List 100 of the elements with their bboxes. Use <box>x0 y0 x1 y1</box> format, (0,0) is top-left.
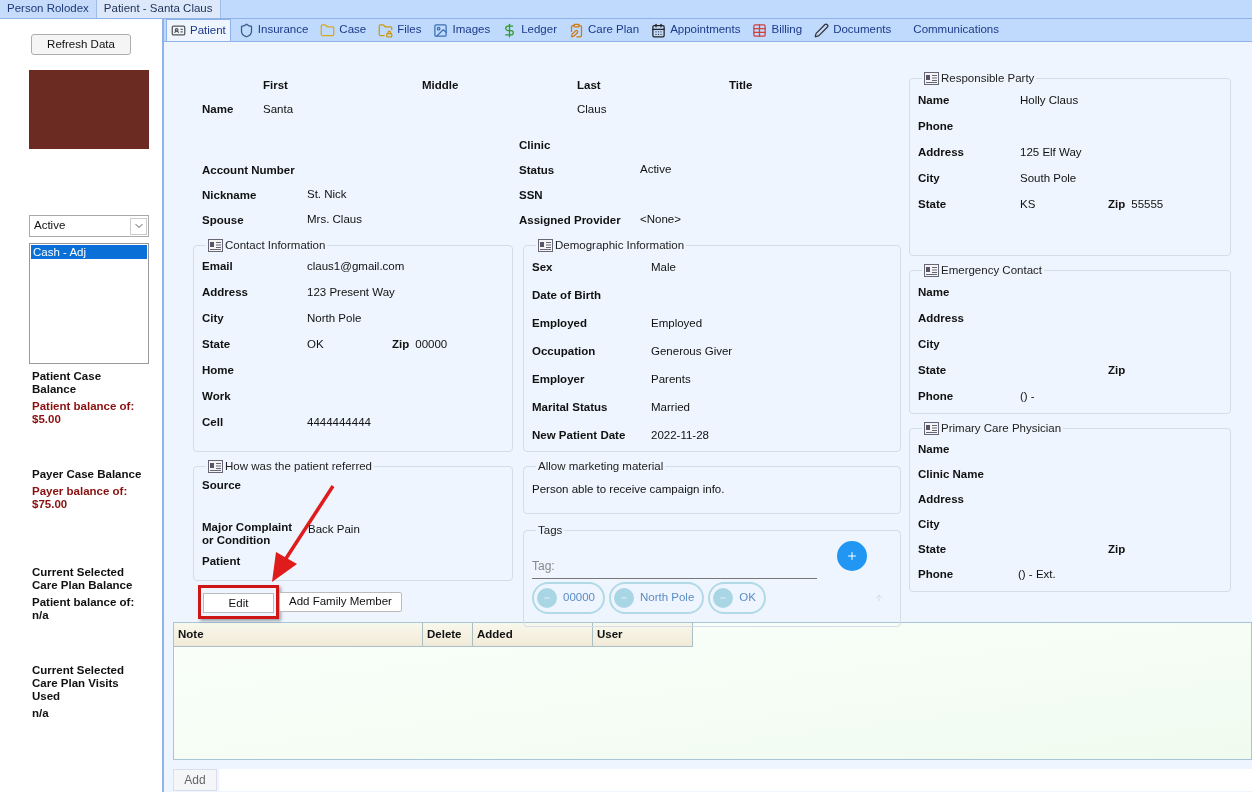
column-heading: Title <box>729 78 754 93</box>
status-select[interactable]: Active <box>29 215 149 237</box>
field-label: Source <box>202 478 242 492</box>
field-label: Sex <box>532 261 554 275</box>
field-label: State <box>918 363 948 377</box>
module-tab[interactable]: Images <box>429 19 495 41</box>
field-label: City <box>202 312 225 326</box>
field-value: KS <box>1020 196 1036 212</box>
field-label: City <box>918 337 941 351</box>
column-header[interactable]: Added <box>473 623 593 647</box>
field-label: Cell <box>202 416 225 430</box>
module-tab[interactable]: Files <box>374 19 426 41</box>
field-label: State <box>202 338 232 352</box>
add-tag-button[interactable] <box>837 540 867 571</box>
module-tab[interactable]: Case <box>316 19 371 41</box>
field-label: Clinic Name <box>918 468 985 482</box>
card-icon <box>924 72 939 86</box>
field-label: Name <box>202 102 235 118</box>
group-title: Allow marketing material <box>538 458 664 474</box>
folder-icon <box>320 22 336 38</box>
edit-button[interactable]: Edit <box>203 593 274 614</box>
module-tab[interactable]: Ledger <box>498 19 561 41</box>
field-label: Phone <box>918 119 955 133</box>
group-title: How was the patient referred <box>225 458 373 474</box>
field-value: Back Pain <box>308 521 360 537</box>
field-label: City <box>918 171 941 185</box>
field-label: Address <box>202 286 250 300</box>
image-icon <box>433 22 449 38</box>
add-button[interactable]: Add <box>173 769 217 791</box>
field-value: North Pole <box>307 311 362 327</box>
calendar-icon <box>651 22 667 38</box>
field-value: 123 Present Way <box>307 285 395 301</box>
list-item[interactable]: Cash - Adj <box>31 245 147 259</box>
balance-text: Patient balance of: n/a <box>32 596 136 622</box>
field-value: () - Ext. <box>1018 567 1056 583</box>
group-title: Contact Information <box>225 237 326 253</box>
field-label: Zip <box>1108 362 1126 378</box>
module-tab[interactable]: Care Plan <box>565 19 644 41</box>
column-header[interactable]: User <box>593 623 693 647</box>
group-title: Responsible Party <box>941 71 1035 86</box>
field-label: Date of Birth <box>532 289 602 303</box>
up-arrow-icon <box>874 592 884 603</box>
field-label: Occupation <box>532 345 597 359</box>
card-icon <box>208 238 223 252</box>
field-label: City <box>918 518 941 532</box>
field-value: Holly Claus <box>1020 92 1079 108</box>
field-value: 4444444444 <box>307 415 371 431</box>
balance-text: Payer balance of: $75.00 <box>32 485 129 511</box>
balance-heading: Patient Case Balance <box>32 370 103 396</box>
field-label: Employer <box>532 373 586 387</box>
field-value: Married <box>651 400 690 416</box>
group-title: Emergency Contact <box>941 263 1042 278</box>
card-icon <box>208 459 223 473</box>
field-label: Work <box>202 390 232 404</box>
field-value: Santa <box>263 102 294 118</box>
field-value: St. Nick <box>307 187 347 203</box>
field-label: Zip <box>1108 542 1126 558</box>
field-value: South Pole <box>1020 170 1077 186</box>
field-value: Male <box>651 260 676 276</box>
field-label: Assigned Provider <box>519 213 622 227</box>
shield-icon <box>238 22 254 38</box>
module-tab[interactable]: Documents <box>810 19 896 41</box>
top-tab[interactable]: Patient - Santa Claus <box>96 0 221 18</box>
field-label: Marital Status <box>532 401 609 415</box>
field-label: Phone <box>918 568 955 582</box>
tag-input[interactable]: Tag: <box>532 554 817 579</box>
card-icon <box>538 238 553 252</box>
group-title: Tags <box>538 522 563 538</box>
field-label: Clinic <box>519 138 552 152</box>
module-tab[interactable]: Billing <box>748 19 807 41</box>
column-heading: Middle <box>422 78 460 93</box>
module-tab[interactable]: Patient <box>166 19 231 41</box>
group-title: Primary Care Physician <box>941 421 1062 436</box>
field-value: 125 Elf Way <box>1020 144 1082 160</box>
field-value: <None> <box>640 212 681 228</box>
field-label: Spouse <box>202 213 245 227</box>
field-value: 00000 <box>415 337 448 353</box>
field-label: Account Number <box>202 163 296 177</box>
refresh-button[interactable]: Refresh Data <box>31 34 131 55</box>
module-tab[interactable]: Appointments <box>647 19 745 41</box>
balance-text: n/a <box>32 707 50 720</box>
column-header[interactable]: Note <box>174 623 423 647</box>
field-value: 2022-11-28 <box>651 428 709 444</box>
marketing-text: Person able to receive campaign info. <box>532 481 726 497</box>
column-heading: Last <box>577 78 602 93</box>
clipboard-icon <box>569 22 584 38</box>
field-label: Address <box>918 145 966 159</box>
module-tab[interactable]: Communications <box>899 19 1003 41</box>
field-label: New Patient Date <box>532 429 627 443</box>
balance-text: Patient balance of: $5.00 <box>32 400 136 426</box>
balance-heading: Payer Case Balance <box>32 468 143 481</box>
balance-heading: Current Selected Care Plan Balance <box>32 566 134 592</box>
balance-heading: Current Selected Care Plan Visits Used <box>32 664 126 703</box>
column-header[interactable]: Delete <box>423 623 473 647</box>
field-value: OK <box>307 337 324 353</box>
module-tab[interactable]: Insurance <box>234 19 313 41</box>
top-tab[interactable]: Person Rolodex <box>0 0 97 18</box>
field-label: SSN <box>519 188 544 202</box>
add-family-member-button[interactable]: Add Family Member <box>279 591 402 612</box>
pen-icon <box>814 22 830 38</box>
